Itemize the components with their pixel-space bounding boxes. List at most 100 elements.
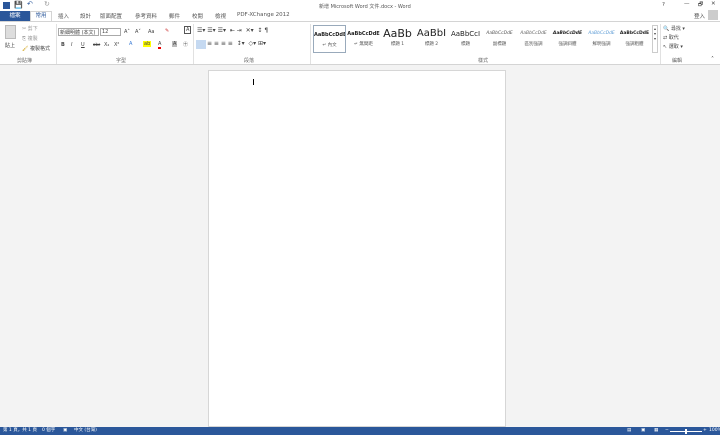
style-preview: AaBbCcDdE xyxy=(347,31,380,37)
minimize-button[interactable]: — xyxy=(684,1,690,7)
save-icon[interactable]: 💾 xyxy=(14,1,23,9)
grow-font-button[interactable]: A˄ xyxy=(124,29,130,35)
style-preview: AaBbCcDdE xyxy=(588,31,615,36)
sign-in-link[interactable]: 登入 xyxy=(694,12,705,20)
cut-button[interactable]: ✂ 剪下 xyxy=(22,25,38,32)
enclose-char-button-icon[interactable]: ㊉ xyxy=(183,41,188,48)
style-emphasis[interactable]: AaBbCcDdE 強調斜體 xyxy=(551,25,584,53)
replace-button[interactable]: ⇄ 取代 xyxy=(663,34,679,41)
divider xyxy=(660,24,661,64)
clipboard-group-label: 剪貼簿 xyxy=(17,58,33,64)
divider xyxy=(193,24,194,64)
highlight-icon[interactable]: ab xyxy=(143,41,152,47)
style-preview: AaBbCcDdE xyxy=(552,31,583,36)
paste-button[interactable]: 貼上 xyxy=(5,42,15,49)
bold-button[interactable]: B xyxy=(61,42,65,48)
change-case-button[interactable]: Aa xyxy=(148,29,154,35)
style-heading-2[interactable]: AaBbI 標題 2 xyxy=(415,25,448,53)
tab-pdf-xchange[interactable]: PDF-XChange 2012 xyxy=(237,12,290,18)
tab-file[interactable]: 檔案 xyxy=(0,11,30,21)
style-name: 區別強調 xyxy=(524,42,543,47)
bullets-icon[interactable]: ☰▾ ☰▾ ☰▾ ⇤ ⇥ ✕▾ ↕ ¶ xyxy=(197,27,268,34)
redo-icon[interactable]: ↻ xyxy=(44,0,50,8)
undo-icon[interactable]: ↶ xyxy=(27,0,33,8)
tab-references[interactable]: 參考資料 xyxy=(135,12,157,20)
style-heading-1[interactable]: AaBb 標題 1 xyxy=(381,25,414,53)
tab-insert[interactable]: 插入 xyxy=(58,12,69,20)
copy-label: 複製 xyxy=(27,36,38,42)
strikethrough-button[interactable]: abc xyxy=(93,42,100,47)
style-normal[interactable]: AaBbCcDdE ↵ 內文 xyxy=(313,25,346,53)
text-effects-icon[interactable]: A xyxy=(129,41,132,47)
title-bar: 💾 ↶ ↻ 新增 Microsoft Word 文件.docx - Word ?… xyxy=(0,0,720,11)
style-name: 強調斜體 xyxy=(558,42,577,47)
tab-review[interactable]: 校閱 xyxy=(192,12,203,20)
editing-group-label: 編輯 xyxy=(672,58,683,64)
clear-formatting-icon[interactable]: ✎ xyxy=(165,28,169,34)
style-subtle-emphasis[interactable]: AaBbCcDdE 區別強調 xyxy=(517,25,550,53)
divider xyxy=(56,24,57,64)
style-preview: AaBb xyxy=(383,27,412,40)
zoom-slider-thumb[interactable] xyxy=(685,429,687,434)
style-title[interactable]: AaBbCcI 標題 xyxy=(449,25,482,53)
align-icons[interactable]: ≡ ≡ ≡ ≡ ↕▾ ◇▾ ⊞▾ xyxy=(207,40,266,47)
font-size-value: 12 xyxy=(102,29,109,35)
select-button[interactable]: ↖ 選取 ▾ xyxy=(663,43,683,50)
proofing-icon[interactable]: ▣ xyxy=(63,427,67,435)
style-preview: AaBbCcDdE xyxy=(314,32,345,38)
font-name-value: 新細明體 (本文) xyxy=(60,30,96,36)
zoom-in-button[interactable]: + xyxy=(703,427,707,435)
copy-button[interactable]: ⎘ 複製 xyxy=(22,35,38,42)
tab-layout[interactable]: 版面配置 xyxy=(100,12,122,20)
style-name: 鮮明強調 xyxy=(592,42,611,47)
page-count[interactable]: 第 1 頁，共 1 頁 xyxy=(3,427,37,435)
ribbon-tabs: 檔案 常用 插入 設計 版面配置 參考資料 郵件 校閱 檢視 PDF-XChan… xyxy=(0,10,720,22)
select-label: 選取 xyxy=(668,44,679,50)
style-name: 標題 1 xyxy=(390,42,405,47)
shrink-font-button[interactable]: A˅ xyxy=(135,29,141,35)
web-layout-icon[interactable]: ▦ xyxy=(654,427,658,435)
divider xyxy=(310,24,311,64)
subscript-button[interactable]: X₂ xyxy=(104,42,109,48)
underline-button[interactable]: U xyxy=(81,42,85,48)
style-intense-emphasis[interactable]: AaBbCcDdE 鮮明強調 xyxy=(585,25,618,53)
language[interactable]: 中文 (台灣) xyxy=(74,427,97,435)
font-color-icon[interactable]: A xyxy=(158,41,162,49)
paste-icon[interactable] xyxy=(5,25,16,39)
avatar[interactable] xyxy=(708,10,718,20)
zoom-level[interactable]: 100% xyxy=(709,427,720,435)
style-name: 副標題 xyxy=(492,42,507,47)
italic-button[interactable]: I xyxy=(71,42,72,48)
superscript-button[interactable]: X² xyxy=(114,42,119,48)
style-strong[interactable]: AaBbCcDdE 強調粗體 xyxy=(618,25,651,53)
close-button[interactable]: ✕ xyxy=(711,1,716,7)
style-name: ↵ 內文 xyxy=(322,43,337,48)
style-no-spacing[interactable]: AaBbCcDdE ↵ 無間距 xyxy=(347,25,380,53)
tab-view[interactable]: 檢視 xyxy=(215,12,226,20)
enclose-char-icon[interactable]: A xyxy=(184,26,192,34)
style-preview: AaBbI xyxy=(416,28,447,39)
read-mode-icon[interactable]: ▤ xyxy=(627,427,631,435)
collapse-ribbon-icon[interactable]: ˄ xyxy=(711,56,714,63)
align-left-button[interactable] xyxy=(196,40,206,49)
cut-label: 剪下 xyxy=(27,26,38,32)
zoom-out-button[interactable]: − xyxy=(665,427,669,435)
tab-design[interactable]: 設計 xyxy=(80,12,91,20)
word-count[interactable]: 0 個字 xyxy=(42,427,55,435)
help-button[interactable]: ? xyxy=(662,2,665,8)
style-preview: AaBbCcDdE xyxy=(520,31,547,36)
style-name: ↵ 無間距 xyxy=(354,42,373,47)
print-layout-icon[interactable]: ▣ xyxy=(641,427,645,435)
styles-group-label: 樣式 xyxy=(478,58,489,64)
document-page[interactable] xyxy=(208,70,506,427)
restore-button[interactable]: 🗗 xyxy=(698,1,703,10)
find-button[interactable]: 🔍 尋找 ▾ xyxy=(663,25,685,32)
font-name-select[interactable]: 新細明體 (本文) xyxy=(58,28,99,36)
char-shading-icon[interactable]: A xyxy=(172,41,178,47)
style-preview: AaBbCcDdE xyxy=(486,31,513,36)
styles-scroll[interactable]: ▴ ▾ ▾ xyxy=(652,25,658,53)
font-size-select[interactable]: 12 xyxy=(100,28,121,36)
style-subtitle[interactable]: AaBbCcDdE 副標題 xyxy=(483,25,516,53)
tab-mailings[interactable]: 郵件 xyxy=(169,12,180,20)
format-painter-button[interactable]: 🖌 複製格式 xyxy=(22,45,50,52)
